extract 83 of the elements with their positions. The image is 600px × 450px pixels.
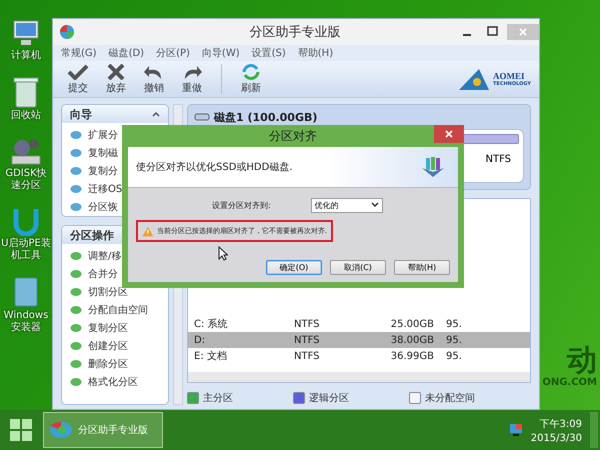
refresh-icon — [240, 64, 262, 80]
gears-icon[interactable] — [10, 136, 42, 166]
wallpaper-logo-subtext: ONG.COM — [542, 377, 597, 388]
menu-item[interactable]: 帮助(H) — [298, 46, 334, 60]
operation-item[interactable]: 切割分区 — [88, 285, 128, 299]
operation-item[interactable]: 删除分区 — [88, 357, 128, 371]
disk-icon — [70, 269, 82, 279]
wizard-item[interactable]: 分区恢 — [88, 200, 118, 214]
menu-item[interactable]: 分区(P) — [156, 46, 190, 60]
disk-icon — [70, 166, 82, 176]
menu-item[interactable]: 设置(S) — [252, 46, 286, 60]
checkmark-icon — [67, 64, 89, 80]
dialog-button[interactable]: 确定(O) — [266, 260, 322, 275]
dialog-button[interactable]: 取消(C) — [330, 260, 386, 275]
disk-icon — [70, 377, 82, 387]
dialog-button[interactable]: 帮助(H) — [394, 260, 450, 275]
panel-title: 向导 — [70, 106, 92, 122]
aligned-bars-icon — [420, 156, 446, 178]
operation-item[interactable]: 创建分区 — [88, 339, 128, 353]
hard-drive-icon — [194, 112, 210, 122]
box-icon[interactable] — [13, 276, 39, 308]
disk-icon — [70, 148, 82, 158]
desktop-icon-label: 回收站 — [10, 110, 42, 122]
panel-title: 分区操作 — [70, 228, 114, 242]
collapse-chevron-icon[interactable] — [152, 111, 160, 117]
wallpaper-logo-text: 动 — [567, 345, 597, 377]
operation-item[interactable]: 格式化分区 — [88, 375, 138, 389]
computer-icon[interactable] — [11, 18, 41, 48]
window-title: 分区助手专业版 — [248, 24, 342, 41]
desktop-icon-label: 计算机 — [10, 50, 42, 62]
desktop-icon-label: U启动PE装机工具 — [1, 238, 51, 262]
menu-item[interactable]: 磁盘(D) — [108, 46, 144, 60]
recycle-bin-icon[interactable] — [13, 76, 39, 108]
legend-label: 逻辑分区 — [309, 392, 349, 405]
mouse-cursor-icon — [218, 246, 228, 261]
table-row[interactable]: E: 文档 NTFS 36.99GB 95. — [188, 348, 530, 364]
table-row[interactable]: C: 系统 NTFS 25.00GB 95. — [188, 316, 530, 332]
alignment-dropdown[interactable]: 优化的 — [310, 198, 383, 212]
align-label: 设置分区对齐到: — [212, 200, 271, 210]
disk-icon — [70, 287, 82, 297]
wizard-item[interactable]: 扩展分 — [88, 128, 118, 142]
clock-date[interactable]: 2015/3/30 — [530, 432, 582, 444]
desktop-icon-label: Windows安装器 — [2, 310, 50, 334]
app-pie-icon — [49, 420, 73, 440]
disk-icon — [70, 251, 82, 261]
operation-item[interactable]: 调整/移 — [88, 249, 122, 263]
table-row[interactable]: D: NTFS 38.00GB 95. — [188, 332, 530, 348]
disk-icon — [70, 323, 82, 333]
app-pie-icon — [59, 24, 75, 40]
operation-item[interactable]: 合并分 — [88, 267, 118, 281]
disk-icon — [70, 130, 82, 140]
disk-icon — [70, 202, 82, 212]
disk-icon — [70, 305, 82, 315]
wizard-item[interactable]: 复制磁 — [88, 146, 118, 160]
menu-item[interactable]: 向导(W) — [202, 46, 240, 60]
toolbar-button[interactable]: 刷新 — [234, 64, 268, 94]
file-system-label: NTFS — [485, 154, 511, 165]
disk-icon — [70, 184, 82, 194]
menu-item[interactable]: 常规(G) — [61, 46, 97, 60]
wizard-item[interactable]: 复制分 — [88, 164, 118, 178]
close-icon[interactable] — [434, 125, 464, 143]
operation-item[interactable]: 分配自由空间 — [88, 303, 148, 317]
clock-time[interactable]: 下午3:09 — [540, 416, 582, 430]
dropdown-caret-icon — [370, 202, 379, 208]
disk-name: 磁盘1 (100.00GB) — [214, 110, 318, 124]
warning-icon — [142, 226, 154, 236]
wizard-item[interactable]: 迁移OS — [88, 182, 122, 196]
legend-label: 未分配空间 — [425, 392, 475, 405]
toolbar-button[interactable]: 放弃 — [99, 64, 133, 94]
operation-item[interactable]: 复制分区 — [88, 321, 128, 335]
desktop-icon-label: GDISK快速分区 — [4, 168, 48, 192]
toolbar-button[interactable]: 重做 — [175, 64, 209, 94]
horizontal-scrollbar[interactable] — [188, 372, 530, 382]
disk-icon — [70, 359, 82, 369]
toolbar-button[interactable]: 撤销 — [137, 64, 171, 94]
network-monitor-icon[interactable] — [508, 423, 523, 437]
cross-icon — [105, 64, 127, 80]
dialog-description: 使分区对齐以优化SSD或HDD磁盘. — [136, 160, 292, 174]
toolbar-button[interactable]: 提交 — [61, 64, 95, 94]
windows-start-icon[interactable] — [9, 418, 33, 442]
dialog-title: 分区对齐 — [269, 128, 317, 144]
legend-label: 主分区 — [203, 392, 233, 405]
disk-icon — [70, 341, 82, 351]
